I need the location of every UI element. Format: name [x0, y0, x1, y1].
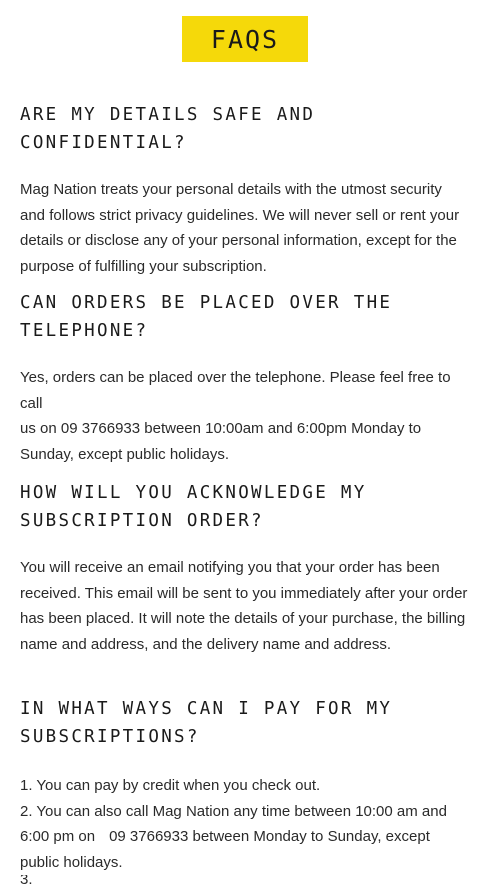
faq-answer-line: received. This email will be sent to you… — [20, 584, 468, 602]
faq-question: IN WHAT WAYS CAN I PAY FOR MY SUBSCRIPTI… — [20, 699, 393, 747]
faq-answer-line: details or disclose any of your personal… — [20, 232, 457, 249]
faq-question: CAN ORDERS BE PLACED OVER THE TELEPHONE? — [20, 293, 393, 341]
faq-answer-line: public holidays. — [20, 853, 123, 871]
faq-question: HOW WILL YOU ACKNOWLEDGE MY SUBSCRIPTION… — [20, 483, 367, 531]
answer-fragment: 6:00 pm on — [20, 828, 96, 845]
faq-answer: Mag Nation treats your personal details … — [20, 177, 472, 279]
faq-item-payment-methods: IN WHAT WAYS CAN I PAY FOR MY SUBSCRIPTI… — [20, 695, 472, 885]
faq-answer-line: 6:00 pm on 09 3766933 between Monday to S… — [20, 824, 472, 850]
faq-answer-line: has been placed. It will note the detail… — [20, 610, 466, 627]
phone-number-line: 09 3766933 between Monday to Sunday, exc… — [109, 828, 430, 845]
faq-answer-line-partial: 3. — [20, 875, 33, 885]
faq-answer-line: You will receive an email notifying you … — [20, 559, 440, 576]
faq-item-details-safe: ARE MY DETAILS SAFE AND CONFIDENTIAL? Ma… — [20, 101, 472, 279]
faq-answer-line: 1. You can pay by credit when you check … — [20, 777, 321, 794]
faq-answer-line: and follows strict privacy guidelines. W… — [20, 206, 460, 224]
faq-answer-line: Yes, orders can be placed over the telep… — [20, 369, 451, 412]
faq-answer-line: Mag Nation treats your personal details … — [20, 181, 442, 198]
faqs-header-badge: FAQS — [182, 16, 308, 62]
faq-answer: You will receive an email notifying you … — [20, 555, 472, 657]
faq-answer-line: 2. You can also call Mag Nation any time… — [20, 802, 447, 820]
faq-answer-line: us on 09 3766933 between 10:00am and 6:0… — [20, 420, 422, 437]
faq-item-acknowledge-order: HOW WILL YOU ACKNOWLEDGE MY SUBSCRIPTION… — [20, 479, 472, 657]
faq-answer-line: name and address, and the delivery name … — [20, 635, 392, 653]
faq-answer-line: Sunday, except public holidays. — [20, 445, 230, 463]
faq-answer: Yes, orders can be placed over the telep… — [20, 365, 472, 467]
faq-item-telephone-orders: CAN ORDERS BE PLACED OVER THE TELEPHONE?… — [20, 289, 472, 467]
page-title: FAQS — [210, 24, 280, 54]
faq-answer: 1. You can pay by credit when you check … — [20, 773, 472, 885]
faq-answer-line: purpose of fulfilling your subscription. — [20, 257, 267, 275]
faq-question: ARE MY DETAILS SAFE AND CONFIDENTIAL? — [20, 105, 316, 153]
